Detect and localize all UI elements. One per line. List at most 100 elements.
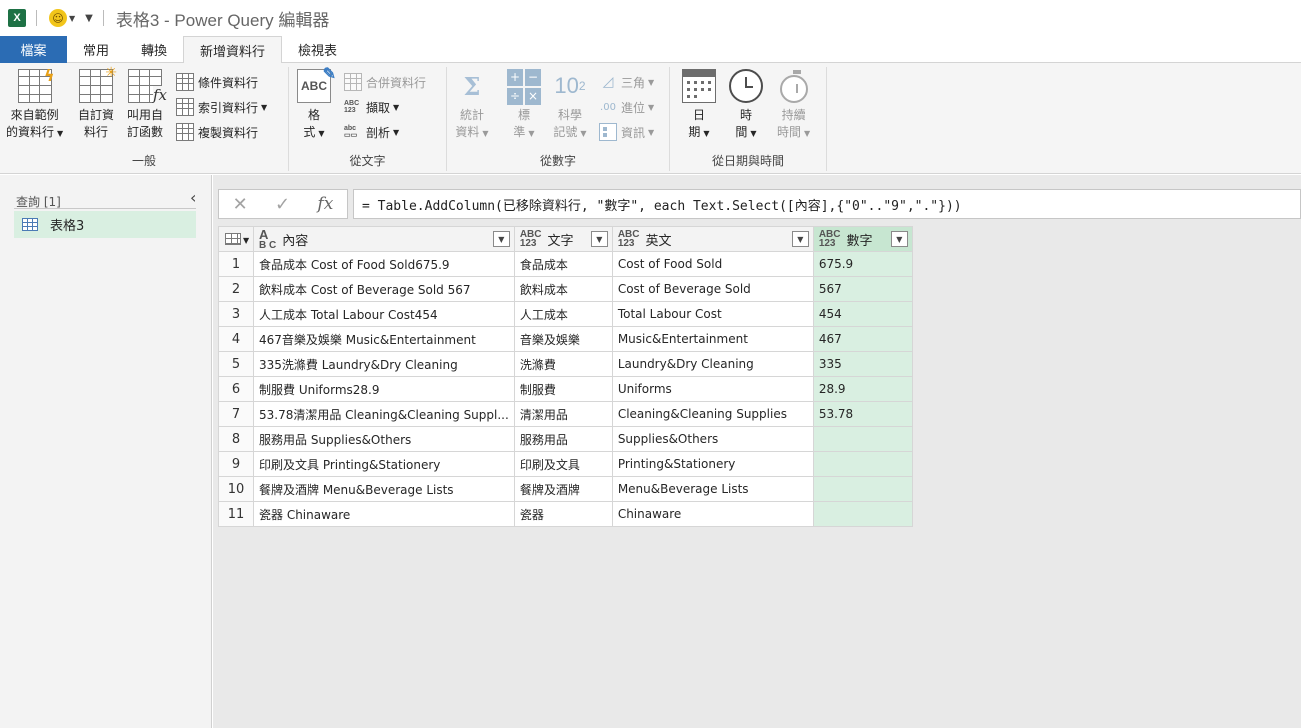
cell[interactable]: 人工成本 Total Labour Cost454 <box>253 301 515 327</box>
filter-dropdown-icon[interactable]: ▼ <box>590 231 608 247</box>
any-type-icon[interactable]: ABC 123 <box>819 230 841 249</box>
cell[interactable]: 洗滌費 <box>513 351 613 377</box>
smiley-feedback-icon[interactable]: ☺ <box>49 9 67 27</box>
column-header[interactable]: AB C 內容 ▼ <box>253 226 515 252</box>
information-button[interactable]: 資訊 ▼ <box>599 121 654 143</box>
tab-file[interactable]: 檔案 <box>0 36 67 63</box>
excel-app-icon[interactable]: X <box>8 9 26 27</box>
row-number[interactable]: 5 <box>218 351 254 377</box>
extract-button[interactable]: ABC 123 擷取 ▼ <box>344 96 399 118</box>
cell[interactable]: Printing&Stationery <box>611 451 814 477</box>
chevron-down-icon[interactable]: ▼ <box>393 103 399 112</box>
cell[interactable]: 食品成本 <box>513 251 613 277</box>
cell[interactable]: Cost of Food Sold <box>611 251 814 277</box>
duplicate-column-button[interactable]: 複製資料行 <box>176 121 258 143</box>
filter-dropdown-icon[interactable]: ▼ <box>791 231 809 247</box>
column-from-examples-button[interactable]: ϟ 來自範例 的資料行 ▼ <box>6 67 63 142</box>
row-number[interactable]: 7 <box>218 401 254 427</box>
cell[interactable]: 清潔用品 <box>513 401 613 427</box>
time-button[interactable]: 時 間 ▼ <box>729 69 763 142</box>
row-number[interactable]: 6 <box>218 376 254 402</box>
chevron-down-icon[interactable]: ▼ <box>261 103 267 112</box>
cell[interactable]: 人工成本 <box>513 301 613 327</box>
cell[interactable]: 印刷及文具 <box>513 451 613 477</box>
column-header-selected[interactable]: ABC 123 數字 ▼ <box>812 226 913 252</box>
cell[interactable]: 餐牌及酒牌 Menu&Beverage Lists <box>253 476 515 502</box>
cell[interactable]: 音樂及娛樂 <box>513 326 613 352</box>
trigonometry-button[interactable]: ◿ 三角 ▼ <box>599 71 655 93</box>
cell[interactable]: Laundry&Dry Cleaning <box>611 351 814 377</box>
cancel-x-icon[interactable]: ✕ <box>233 194 248 215</box>
cell[interactable]: Supplies&Others <box>611 426 814 452</box>
formula-input[interactable]: = Table.AddColumn(已移除資料行, "數字", each Tex… <box>353 189 1301 219</box>
fx-icon[interactable]: fx <box>317 194 333 214</box>
column-header[interactable]: ABC 123 文字 ▼ <box>513 226 613 252</box>
cell[interactable]: 335洗滌費 Laundry&Dry Cleaning <box>253 351 515 377</box>
cell[interactable]: 567 <box>812 276 913 302</box>
cell[interactable] <box>812 476 913 502</box>
cell[interactable]: Chinaware <box>611 501 814 527</box>
cell[interactable]: 675.9 <box>812 251 913 277</box>
filter-dropdown-icon[interactable]: ▼ <box>890 231 908 247</box>
customize-quick-access-icon[interactable]: ▼ <box>85 13 93 24</box>
text-type-icon[interactable]: AB C <box>259 228 276 251</box>
cell[interactable]: 服務用品 Supplies&Others <box>253 426 515 452</box>
statistics-button[interactable]: Σ 統計 資料 ▼ <box>455 69 489 142</box>
cell[interactable]: 食品成本 Cost of Food Sold675.9 <box>253 251 515 277</box>
conditional-column-button[interactable]: 條件資料行 <box>176 71 258 93</box>
cell[interactable]: Uniforms <box>611 376 814 402</box>
cell[interactable]: 飲料成本 <box>513 276 613 302</box>
rounding-button[interactable]: .00 進位 ▼ <box>599 96 654 118</box>
column-header[interactable]: ABC 123 英文 ▼ <box>611 226 814 252</box>
cell[interactable]: 454 <box>812 301 913 327</box>
cell[interactable] <box>812 426 913 452</box>
confirm-check-icon[interactable]: ✓ <box>275 194 290 215</box>
cell[interactable]: 335 <box>812 351 913 377</box>
parse-button[interactable]: abc ▭▭ 剖析 ▼ <box>344 121 399 143</box>
table-corner-menu[interactable]: ▼ <box>218 226 254 252</box>
chevron-down-icon[interactable]: ▼ <box>648 78 654 87</box>
cell[interactable]: 28.9 <box>812 376 913 402</box>
cell[interactable]: 53.78清潔用品 Cleaning&Cleaning Suppl... <box>253 401 515 427</box>
cell[interactable]: 瓷器 Chinaware <box>253 501 515 527</box>
chevron-down-icon[interactable]: ▼ <box>648 128 654 137</box>
cell[interactable]: Menu&Beverage Lists <box>611 476 814 502</box>
invoke-custom-function-button[interactable]: fx 叫用自 訂函數 <box>127 69 167 141</box>
cell[interactable]: 飲料成本 Cost of Beverage Sold 567 <box>253 276 515 302</box>
cell[interactable]: Music&Entertainment <box>611 326 814 352</box>
tab-transform[interactable]: 轉換 <box>125 36 183 63</box>
row-number[interactable]: 11 <box>218 501 254 527</box>
merge-columns-button[interactable]: 合併資料行 <box>344 71 426 93</box>
query-item[interactable]: 表格3 <box>14 211 196 238</box>
cell[interactable]: 467音樂及娛樂 Music&Entertainment <box>253 326 515 352</box>
row-number[interactable]: 10 <box>218 476 254 502</box>
date-button[interactable]: 日 期 ▼ <box>682 69 716 142</box>
collapse-chevron-icon[interactable]: ‹ <box>190 188 196 207</box>
any-type-icon[interactable]: ABC 123 <box>520 230 542 249</box>
cell[interactable]: Cost of Beverage Sold <box>611 276 814 302</box>
cell[interactable]: 餐牌及酒牌 <box>513 476 613 502</box>
tab-add-column[interactable]: 新增資料行 <box>183 36 283 64</box>
cell[interactable]: Cleaning&Cleaning Supplies <box>611 401 814 427</box>
cell[interactable] <box>812 501 913 527</box>
cell[interactable]: 服務用品 <box>513 426 613 452</box>
row-number[interactable]: 4 <box>218 326 254 352</box>
index-column-button[interactable]: 索引資料行 ▼ <box>176 96 267 118</box>
cell[interactable]: Total Labour Cost <box>611 301 814 327</box>
scientific-button[interactable]: 10 2 科學 記號 ▼ <box>553 69 587 142</box>
cell[interactable]: 53.78 <box>812 401 913 427</box>
chevron-down-icon[interactable]: ▼ <box>393 128 399 137</box>
cell[interactable]: 瓷器 <box>513 501 613 527</box>
format-button[interactable]: ABC ✎ 格 式 ▼ <box>297 66 336 142</box>
cell[interactable]: 467 <box>812 326 913 352</box>
cell[interactable] <box>812 451 913 477</box>
standard-button[interactable]: + − ÷ × 標 準 ▼ <box>507 69 541 142</box>
tab-home[interactable]: 常用 <box>67 36 125 63</box>
row-number[interactable]: 3 <box>218 301 254 327</box>
any-type-icon[interactable]: ABC 123 <box>618 230 640 249</box>
row-number[interactable]: 9 <box>218 451 254 477</box>
duration-button[interactable]: 持續 時間 ▼ <box>777 69 810 142</box>
row-number[interactable]: 1 <box>218 251 254 277</box>
row-number[interactable]: 8 <box>218 426 254 452</box>
cell[interactable]: 印刷及文具 Printing&Stationery <box>253 451 515 477</box>
